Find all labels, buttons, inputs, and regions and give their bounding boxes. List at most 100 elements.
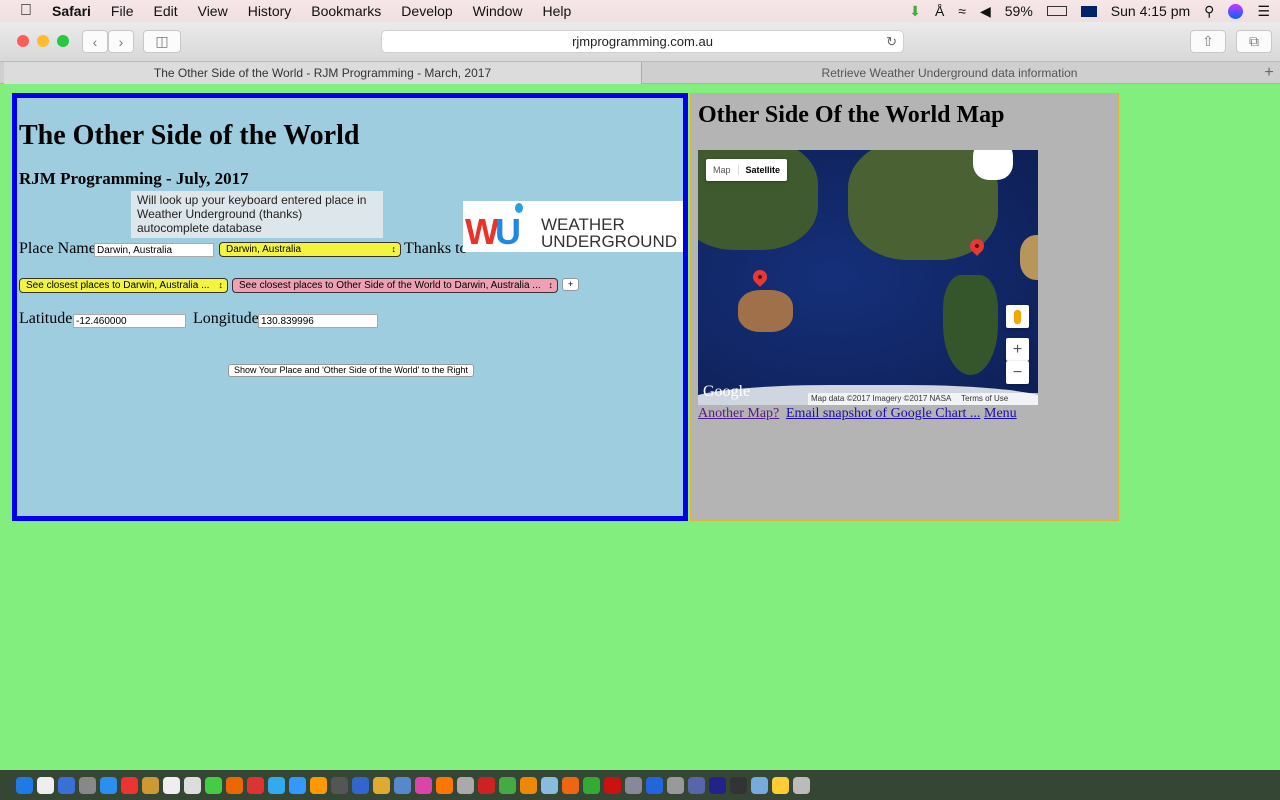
dock-app-icon[interactable] [562,776,579,794]
dock-app-icon[interactable] [247,776,264,794]
dock-app-icon[interactable] [709,776,726,794]
dock-app-icon[interactable] [772,776,789,794]
menu-link[interactable]: Menu [984,406,1017,422]
menu-window[interactable]: Window [473,3,523,19]
menu-help[interactable]: Help [542,3,571,19]
close-window-button[interactable] [17,35,29,47]
bluetooth-icon[interactable]: Å [935,3,944,19]
pegman-icon[interactable] [1006,305,1029,328]
map-marker-darwin[interactable] [750,267,770,287]
menu-edit[interactable]: Edit [153,3,177,19]
download-icon[interactable]: ⬇ [909,3,921,20]
map-type-map[interactable]: Map [706,165,739,175]
other-side-places-select[interactable]: See closest places to Other Side of the … [232,278,558,293]
sidebar-button[interactable]: ◫ [143,30,181,53]
weather-underground-logo[interactable]: WU WEATHER UNDERGROUND [463,201,683,252]
dock-app-icon[interactable] [163,776,180,794]
dock-app-icon[interactable] [730,776,747,794]
clock[interactable]: Sun 4:15 pm [1111,3,1190,19]
dock-app-icon[interactable] [331,776,348,794]
dock-app-icon[interactable] [436,776,453,794]
menu-file[interactable]: File [111,3,134,19]
dock-app-icon[interactable] [499,776,516,794]
menu-bookmarks[interactable]: Bookmarks [311,3,381,19]
longitude-input[interactable]: 130.839996 [258,314,378,328]
dock-app-icon[interactable] [373,776,390,794]
forward-button[interactable]: › [108,30,134,53]
dock-app-icon[interactable] [646,776,663,794]
reload-icon[interactable]: ↻ [886,34,897,50]
dock-app-icon[interactable] [100,776,117,794]
apple-menu[interactable]:  [20,2,32,20]
notification-center-icon[interactable]: ☰ [1257,3,1270,20]
address-bar[interactable]: rjmprogramming.com.au ↻ [381,30,904,53]
tab-weather-underground[interactable]: Retrieve Weather Underground data inform… [643,62,1256,84]
plus-button[interactable]: + [562,278,580,291]
dock-app-icon[interactable] [37,776,54,794]
dock-app-icon[interactable] [142,776,159,794]
show-place-button[interactable]: Show Your Place and 'Other Side of the W… [228,364,474,377]
zoom-out-button[interactable]: − [1006,361,1029,384]
latitude-input[interactable]: -12.460000 [73,314,186,328]
tab-label: Retrieve Weather Underground data inform… [821,66,1078,80]
battery-icon [1046,6,1067,16]
dock-app-icon[interactable] [415,776,432,794]
another-map-link[interactable]: Another Map? [698,406,779,422]
spotlight-icon[interactable]: ⚲ [1204,3,1214,20]
tabs-overview-button[interactable]: ⧉ [1236,30,1272,53]
dock-app-icon[interactable] [541,776,558,794]
flag-icon[interactable] [1080,5,1097,17]
dock-app-icon[interactable] [688,776,705,794]
closest-places-select[interactable]: See closest places to Darwin, Australia … [19,278,228,293]
dock-app-icon[interactable] [457,776,474,794]
menu-history[interactable]: History [248,3,292,19]
dock-app-icon[interactable] [310,776,327,794]
dock-app-icon[interactable] [520,776,537,794]
battery-percent[interactable]: 59% [1005,3,1033,19]
dock-app-icon[interactable] [205,776,222,794]
dock-app-icon[interactable] [16,776,33,794]
minimize-window-button[interactable] [37,35,49,47]
dock-app-icon[interactable] [478,776,495,794]
dock-app-icon[interactable] [58,776,75,794]
dock-app-icon[interactable] [667,776,684,794]
wifi-icon[interactable]: ≈ [958,3,966,19]
zoom-window-button[interactable] [57,35,69,47]
dock-app-icon[interactable] [79,776,96,794]
map-title: Other Side Of the World Map [698,102,1005,128]
dock-app-icon[interactable] [268,776,285,794]
dock-app-icon[interactable] [121,776,138,794]
dock-app-icon[interactable] [751,776,768,794]
map-panel: Other Side Of the World Map Map Satellit… [690,93,1119,521]
terms-link[interactable]: Terms of Use [961,394,1008,403]
dock-app-icon[interactable] [394,776,411,794]
dock-app-icon[interactable] [184,776,201,794]
place-select[interactable]: Darwin, Australia [219,242,401,257]
dock-app-icon[interactable] [289,776,306,794]
share-button[interactable]: ⇧ [1190,30,1226,53]
africa-land [1020,235,1038,280]
dock-app-icon[interactable] [226,776,243,794]
thanks-label: Thanks to [404,240,468,257]
menu-develop[interactable]: Develop [401,3,452,19]
tab-other-side[interactable]: The Other Side of the World - RJM Progra… [4,62,642,84]
wu-mark: WU [465,211,521,252]
map-type-satellite[interactable]: Satellite [739,165,788,175]
menu-view[interactable]: View [198,3,228,19]
logo-text: UNDERGROUND [541,232,677,251]
email-snapshot-link[interactable]: Email snapshot of Google Chart ... [786,406,980,422]
new-tab-button[interactable]: + [1258,62,1280,84]
dock-app-icon[interactable] [793,776,810,794]
dock-app-icon[interactable] [583,776,600,794]
volume-icon[interactable]: ◀ [980,3,991,20]
zoom-in-button[interactable]: + [1006,338,1029,361]
tab-label: The Other Side of the World - RJM Progra… [153,66,492,80]
back-button[interactable]: ‹ [82,30,108,53]
place-name-input[interactable]: Darwin, Australia [94,243,214,257]
dock-app-icon[interactable] [604,776,621,794]
dock-app-icon[interactable] [625,776,642,794]
menu-safari[interactable]: Safari [52,3,91,19]
google-map[interactable]: Map Satellite + − Google Map data ©2017 … [698,150,1038,405]
siri-icon[interactable] [1228,3,1244,19]
dock-app-icon[interactable] [352,776,369,794]
